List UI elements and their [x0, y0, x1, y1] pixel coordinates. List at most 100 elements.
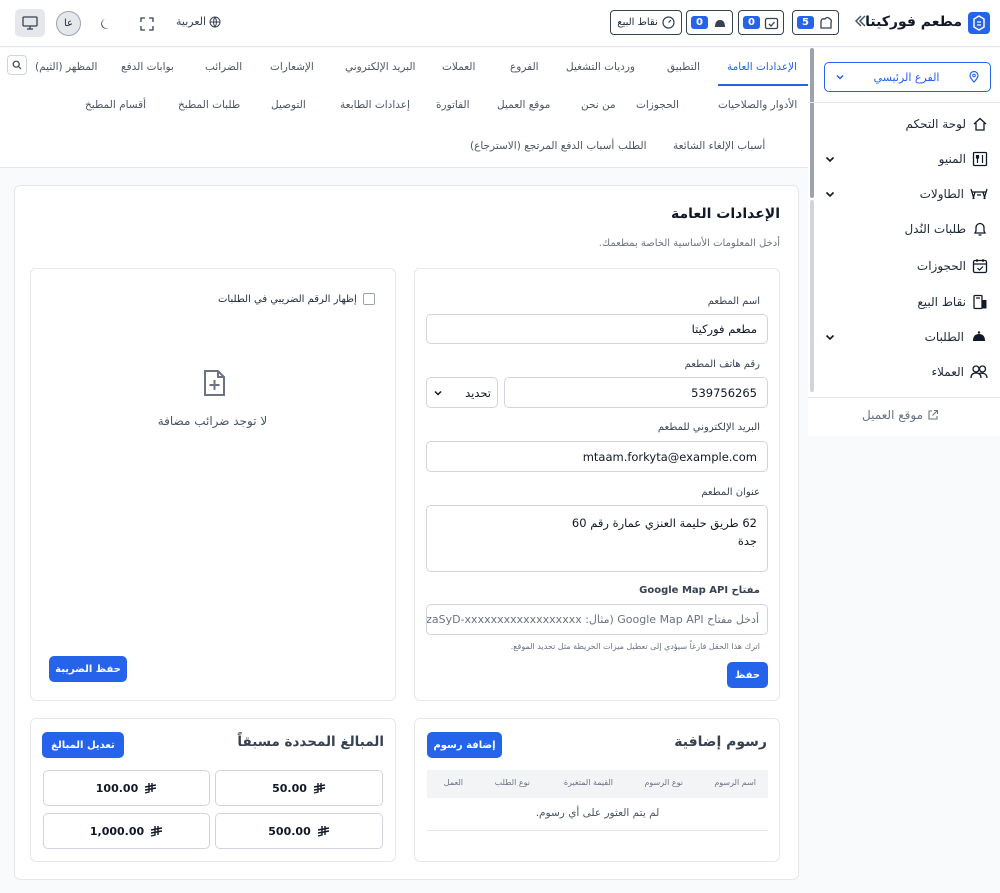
sidebar-item-label: المنيو: [938, 152, 966, 166]
preset-amount-500[interactable]: 500.00: [215, 813, 383, 849]
tax-panel: [30, 268, 396, 701]
sidebar-item-menu[interactable]: المنيو: [824, 149, 988, 169]
waiter-calls-count: 0: [691, 16, 708, 29]
show-tax-number-checkbox[interactable]: [362, 293, 375, 305]
sidebar-item-reservations[interactable]: الحجوزات: [824, 256, 988, 276]
fees-col-order-type: نوع الطلب: [494, 778, 530, 787]
branch-name: الفرع الرئيسي: [873, 70, 940, 84]
preset-amount-50[interactable]: 50.00: [215, 770, 383, 806]
preset-amount-value: 1,000.00: [89, 824, 145, 838]
monitor-icon[interactable]: [15, 9, 45, 37]
pos-label: نقاط البيع: [617, 17, 658, 28]
tab-customer-site[interactable]: موقع العميل: [497, 99, 550, 111]
tab-branches[interactable]: الفروع: [510, 61, 539, 73]
calendar-icon: [972, 258, 988, 274]
tab-roles[interactable]: الأدوار والصلاحيات: [718, 99, 797, 111]
sidebar-item-customers[interactable]: العملاء: [824, 362, 988, 382]
edit-amounts-button[interactable]: تعديل المبالغ: [42, 732, 124, 758]
sidebar-scrollbar-track: [810, 200, 814, 392]
tab-shifts[interactable]: ورديات التشغيل: [566, 61, 635, 73]
sidebar-divider: [808, 102, 1000, 103]
language-switcher[interactable]: العربية: [176, 15, 221, 28]
tab-currencies[interactable]: العملات: [442, 61, 475, 73]
tab-notifications[interactable]: الإشعارات: [270, 61, 314, 73]
preset-amounts-title: المبالغ المحددة مسبقاً: [237, 734, 384, 750]
collapse-sidebar-icon[interactable]: [852, 13, 868, 29]
tab-payment-gateways[interactable]: بوابات الدفع: [121, 61, 174, 73]
sidebar-divider: [808, 397, 1000, 398]
sidebar-item-label: الحجوزات: [916, 259, 966, 273]
chevron-down-icon: [824, 153, 836, 165]
restaurant-email-input[interactable]: mtaam.forkyta@example.com: [426, 441, 768, 472]
tab-printer[interactable]: إعدادات الطابعة: [340, 99, 410, 111]
tab-email[interactable]: البريد الإلكتروني: [345, 61, 415, 73]
tab-taxes[interactable]: الضرائب: [205, 61, 242, 73]
preset-amount-100[interactable]: 100.00: [43, 770, 210, 806]
google-map-hint: اترك هذا الحقل فارغاً سيؤدي إلى تعطيل مي…: [510, 642, 760, 651]
tab-refund-reasons[interactable]: أسباب الدفع المرتجع (الاسترجاع): [470, 140, 614, 152]
no-fees-message: لم يتم العثور على أي رسوم.: [535, 807, 660, 819]
dark-mode-icon[interactable]: [94, 12, 118, 36]
tab-about[interactable]: من نحن: [581, 99, 616, 111]
save-general-button[interactable]: حفظ: [727, 662, 768, 688]
tab-general[interactable]: الإعدادات العامة: [727, 61, 797, 73]
reservations-counter[interactable]: 0: [738, 10, 784, 35]
home-icon: [972, 116, 988, 132]
language-label: العربية: [176, 15, 207, 28]
fees-title: رسوم إضافية: [674, 734, 767, 750]
sidebar-item-label: الطلبات: [924, 330, 964, 344]
tab-order[interactable]: الطلب: [618, 140, 647, 152]
restaurant-name-input[interactable]: مطعم فوركيتا: [426, 314, 768, 344]
chevron-down-icon: [824, 188, 836, 200]
fullscreen-icon[interactable]: [135, 12, 159, 36]
tab-reservations[interactable]: الحجوزات: [636, 99, 679, 111]
google-map-key-input[interactable]: أدخل مفتاح Google Map API (مثال: AIzaSyD…: [426, 604, 768, 635]
tab-invoice[interactable]: الفاتورة: [436, 99, 470, 111]
tab-theme[interactable]: المظهر (الثيم): [35, 61, 97, 73]
restaurant-address-textarea[interactable]: 62 طريق حليمة العنزي عمارة رقم 60 جدة: [426, 505, 768, 572]
chevron-down-icon: [835, 72, 845, 82]
top-bar: مطعم فوركيتا 5 0 0 نقاط البيع العربية عا: [0, 0, 1000, 47]
country-code-select[interactable]: تحديد: [426, 377, 498, 408]
sidebar-item-tables[interactable]: الطاولات: [824, 184, 988, 204]
tab-app[interactable]: التطبيق: [667, 61, 700, 73]
sidebar-item-pos[interactable]: نقاط البيع: [824, 292, 988, 312]
sidebar-scrollbar[interactable]: [810, 48, 814, 198]
sidebar-item-label: طلبات النُدل: [904, 222, 966, 236]
fees-table-divider: [427, 830, 768, 831]
save-tax-button[interactable]: حفظ الضريبة: [49, 656, 127, 682]
tab-delivery[interactable]: التوصيل: [271, 99, 306, 111]
sidebar-item-label: نقاط البيع: [917, 295, 966, 309]
sidebar-item-label: الطاولات: [919, 187, 964, 201]
preset-amount-value: 500.00: [268, 824, 311, 838]
country-code-label: تحديد: [465, 385, 491, 400]
tab-kitchen-sections[interactable]: أقسام المطبخ: [85, 99, 146, 111]
table-icon: [970, 186, 988, 202]
sidebar-item-label: العملاء: [931, 365, 964, 379]
chevron-down-icon: [433, 388, 443, 398]
tab-cancel-reasons[interactable]: أسباب الإلغاء الشائعة: [673, 140, 765, 152]
customer-site-label: موقع العميل: [862, 408, 923, 422]
restaurant-phone-input[interactable]: 539756265: [504, 377, 768, 408]
restaurant-email-label: البريد الإلكتروني للمطعم: [657, 422, 760, 433]
customer-site-link[interactable]: موقع العميل: [862, 408, 939, 422]
show-tax-number-option[interactable]: إظهار الرقم الضريبي في الطلبات: [218, 293, 375, 305]
menu-icon: [972, 151, 988, 167]
avatar[interactable]: عا: [56, 11, 81, 36]
pos-button[interactable]: نقاط البيع: [610, 10, 682, 35]
orders-counter[interactable]: 5: [792, 10, 839, 35]
add-fee-button[interactable]: إضافة رسوم: [427, 732, 502, 758]
sidebar-item-waiter-requests[interactable]: طلبات النُدل: [824, 219, 988, 239]
sidebar-item-dashboard[interactable]: لوحة التحكم: [824, 114, 988, 134]
riyal-icon: [317, 825, 330, 837]
tab-kitchen-orders[interactable]: طلبات المطبخ: [178, 99, 240, 111]
chevron-down-icon: [824, 331, 836, 343]
preset-amount-value: 50.00: [272, 781, 307, 795]
sidebar-item-orders[interactable]: الطلبات: [824, 327, 988, 347]
address-line-1: 62 طريق حليمة العنزي عمارة رقم 60: [571, 516, 757, 530]
waiter-calls-counter[interactable]: 0: [686, 10, 733, 35]
preset-amount-1000[interactable]: 1,000.00: [43, 813, 210, 849]
search-icon[interactable]: [7, 55, 27, 75]
branch-selector[interactable]: الفرع الرئيسي: [824, 62, 991, 92]
google-map-label: مفتاح Google Map API: [639, 585, 760, 596]
